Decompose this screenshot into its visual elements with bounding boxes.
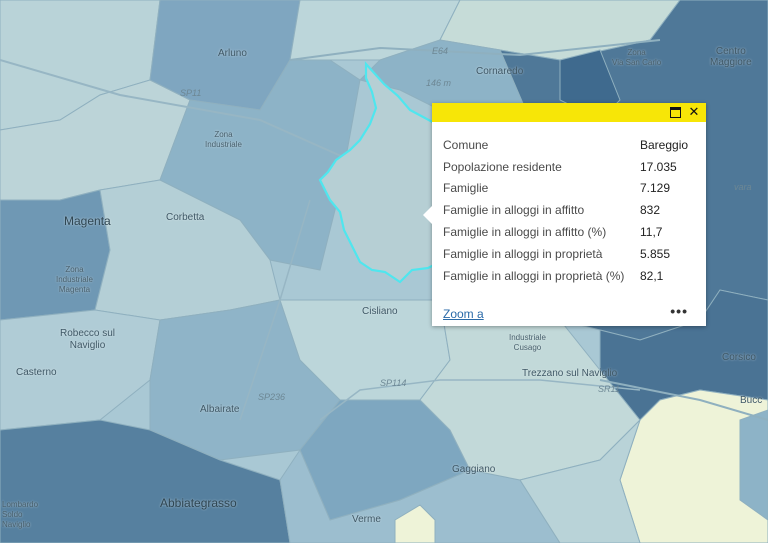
- table-row: Comune Bareggio: [443, 134, 688, 156]
- place-label: Cornaredo: [476, 66, 524, 77]
- attribute-label: Famiglie in alloggi in affitto: [443, 203, 585, 218]
- place-label: Arluno: [218, 48, 247, 59]
- place-label: Gaggiano: [452, 464, 496, 475]
- attribute-value: Bareggio: [640, 137, 689, 152]
- place-label: Albairate: [200, 404, 240, 415]
- place-label: Corbetta: [166, 212, 205, 223]
- place-label: Centro Maggiore: [710, 46, 752, 68]
- road-label: SR11: [598, 384, 620, 394]
- place-label: Lombardo Soldo Naviglio: [2, 500, 39, 529]
- attribute-label: Famiglie in alloggi in affitto (%): [443, 225, 607, 240]
- table-row: Famiglie in alloggi in affitto (%) 11,7: [443, 221, 688, 243]
- place-label: Casterno: [16, 367, 57, 378]
- attribute-value: 5.855: [640, 246, 671, 261]
- attribute-label: Famiglie in alloggi in proprietà (%): [443, 268, 625, 283]
- road-label: vara: [734, 182, 752, 192]
- attribute-value: 832: [640, 203, 661, 218]
- zoom-to-link[interactable]: Zoom a: [443, 307, 484, 321]
- attribute-label: Famiglie: [443, 181, 489, 196]
- popup-pointer: [423, 206, 432, 224]
- attribute-value: 82,1: [640, 268, 664, 283]
- road-label: SP114: [380, 378, 407, 388]
- more-actions-button[interactable]: •••: [670, 303, 688, 319]
- table-row: Famiglie in alloggi in proprietà 5.855: [443, 243, 688, 265]
- attribute-label: Comune: [443, 137, 489, 152]
- place-label: Trezzano sul Naviglio: [522, 368, 618, 379]
- close-icon[interactable]: ✕: [687, 105, 701, 119]
- attribute-table: Comune Bareggio Popolazione residente 17.0…: [443, 134, 688, 287]
- place-label: Zona Industriale Magenta: [56, 265, 93, 294]
- table-row: Famiglie 7.129: [443, 178, 688, 200]
- popup-header: ✕: [432, 103, 706, 122]
- attribute-value: 11,7: [640, 225, 663, 240]
- place-label: Robecco sul Naviglio: [60, 328, 116, 351]
- maximize-icon[interactable]: [668, 105, 682, 119]
- road-label: SP236: [258, 392, 286, 402]
- table-row: Popolazione residente 17.035: [443, 156, 688, 178]
- feature-popup: ✕ Comune Bareggio Popolazione residente 17…: [423, 103, 706, 326]
- municipality-area: [0, 189, 111, 321]
- place-label: Zona Industriale: [205, 130, 242, 149]
- place-label: Industriale Cusago: [509, 333, 546, 352]
- table-row: Famiglie in alloggi in proprietà (%) 82,1: [443, 265, 688, 287]
- attribute-value: 7.129: [640, 181, 671, 196]
- place-label: Verme: [352, 514, 381, 525]
- road-label: SP11: [180, 88, 202, 98]
- attribute-label: Popolazione residente: [443, 159, 562, 174]
- place-label: Magenta: [64, 214, 111, 228]
- place-label: Bucc: [740, 395, 763, 406]
- place-label: Cisliano: [362, 306, 398, 317]
- road-label: 146 m: [426, 78, 452, 88]
- table-row: Famiglie in alloggi in affitto 832: [443, 199, 688, 221]
- place-label: Corsico: [722, 352, 756, 363]
- attribute-label: Famiglie in alloggi in proprietà: [443, 246, 603, 261]
- attribute-value: 17.035: [640, 159, 677, 174]
- place-label: Zona Via San Carlo: [612, 48, 662, 67]
- road-label: E64: [432, 46, 449, 56]
- municipality-area: [739, 409, 768, 521]
- place-label: Abbiategrasso: [160, 496, 237, 510]
